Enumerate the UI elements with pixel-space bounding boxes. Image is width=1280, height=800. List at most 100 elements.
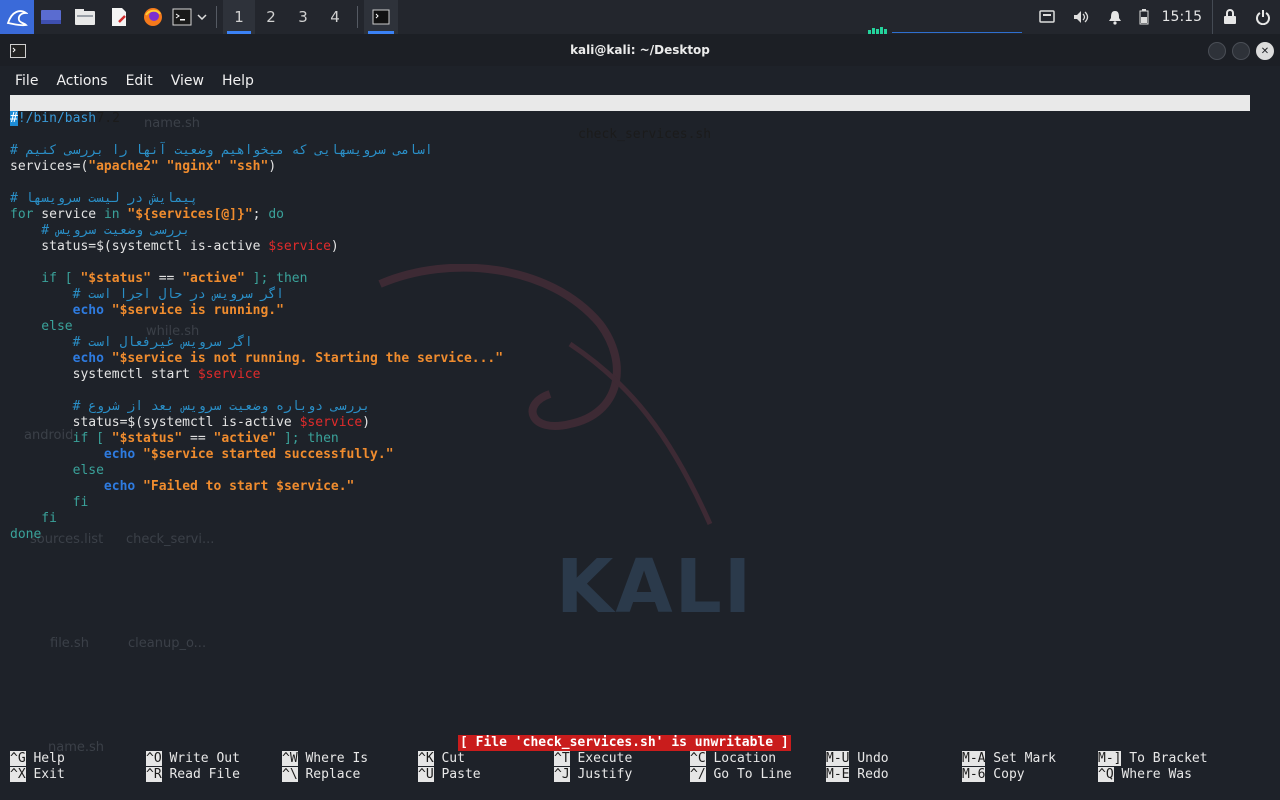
code-line-23[interactable]: else <box>10 463 104 479</box>
window-titlebar[interactable]: kali@kali: ~/Desktop ✕ <box>0 34 1280 66</box>
code-token: "${services[@]}" <box>127 207 253 222</box>
code-line-15[interactable]: # اگر سرویس غیرفعال است <box>10 335 253 351</box>
shortcut-justify[interactable]: ^J Justify <box>554 767 632 783</box>
shortcut-copy[interactable]: M-6 Copy <box>962 767 1025 783</box>
shortcut-undo[interactable]: M-U Undo <box>826 751 889 767</box>
code-line-7[interactable]: for service in "${services[@]}"; do <box>10 207 284 223</box>
text-cursor: # <box>10 111 18 126</box>
menu-actions[interactable]: Actions <box>47 73 116 89</box>
code-line-13[interactable]: echo "$service is running." <box>10 303 284 319</box>
workspace-3[interactable]: 3 <box>287 0 319 34</box>
code-token: $service <box>299 415 363 430</box>
shortcut-exit[interactable]: ^X Exit <box>10 767 65 783</box>
code-token: for <box>10 207 34 222</box>
code-line-12[interactable]: # اگر سرویس در حال اجرا است <box>10 287 284 303</box>
code-line-1[interactable]: #!/bin/bash <box>10 111 96 127</box>
shortcut-to-bracket[interactable]: M-] To Bracket <box>1098 751 1208 767</box>
code-token: "apache2" <box>88 159 159 174</box>
shortcut-label: Undo <box>849 751 889 766</box>
code-line-24[interactable]: echo "Failed to start $service." <box>10 479 354 495</box>
workspace-2[interactable]: 2 <box>255 0 287 34</box>
workspace-1[interactable]: 1 <box>223 0 255 34</box>
volume-icon[interactable] <box>1064 0 1098 34</box>
shortcut-where-was[interactable]: ^Q Where Was <box>1098 767 1192 783</box>
code-line-21[interactable]: if [ "$status" == "active" ]; then <box>10 431 339 447</box>
workspace-4[interactable]: 4 <box>319 0 351 34</box>
shortcut-redo[interactable]: M-E Redo <box>826 767 889 783</box>
shortcut-label: Go To Line <box>705 767 792 782</box>
window-title: kali@kali: ~/Desktop <box>570 43 710 57</box>
clock[interactable]: 15:15 <box>1156 9 1212 25</box>
dropdown-icon[interactable] <box>194 0 210 34</box>
code-line-9[interactable]: status=$(systemctl is-active $service) <box>10 239 339 255</box>
code-token: ]; then <box>276 431 339 446</box>
code-line-4[interactable]: services=("apache2" "nginx" "ssh") <box>10 159 276 175</box>
code-line-27[interactable]: done <box>10 527 41 543</box>
code-token: echo <box>10 351 104 366</box>
power-icon[interactable] <box>1246 0 1280 34</box>
terminal-window: KALI name.sh while.sh android sources.li… <box>0 34 1280 800</box>
shortcut-replace[interactable]: ^\ Replace <box>282 767 360 783</box>
code-line-22[interactable]: echo "$service started successfully." <box>10 447 394 463</box>
code-line-16[interactable]: echo "$service is not running. Starting … <box>10 351 503 367</box>
code-token: ) <box>330 239 339 254</box>
menu-file[interactable]: File <box>6 73 47 89</box>
shortcut-key: ^G <box>10 751 26 766</box>
firefox-icon[interactable] <box>136 0 170 34</box>
menu-help[interactable]: Help <box>213 73 263 89</box>
shortcut-key: ^C <box>690 751 706 766</box>
shortcut-location[interactable]: ^C Location <box>690 751 776 767</box>
shortcut-label: Set Mark <box>985 751 1056 766</box>
code-line-3[interactable]: # اسامی سرویسهایی که میخواهیم وضعیت آنها… <box>10 143 433 159</box>
terminal-content[interactable]: GNU nano 7.2 check_services.sh #!/bin/ba… <box>10 95 1250 785</box>
taskbar: 1 2 3 4 15:15 <box>0 0 1280 34</box>
shortcut-go-to-line[interactable]: ^/ Go To Line <box>690 767 792 783</box>
close-button[interactable]: ✕ <box>1256 42 1274 60</box>
code-token: in <box>103 207 120 222</box>
code-line-19[interactable]: # بررسی دوباره وضعیت سرویس بعد از شروع <box>10 399 370 415</box>
shortcut-execute[interactable]: ^T Execute <box>554 751 632 767</box>
code-token: "active" <box>213 431 277 446</box>
terminal-icon[interactable] <box>170 0 194 34</box>
code-line-11[interactable]: if [ "$status" == "active" ]; then <box>10 271 307 287</box>
shortcut-label: Where Was <box>1113 767 1192 782</box>
menu-edit[interactable]: Edit <box>117 73 162 89</box>
code-token: echo <box>10 447 136 462</box>
minimize-button[interactable] <box>1208 42 1226 60</box>
code-line-25[interactable]: fi <box>10 495 89 511</box>
shortcut-key: ^U <box>418 767 434 782</box>
shortcut-cut[interactable]: ^K Cut <box>418 751 465 767</box>
shortcut-label: Where Is <box>297 751 369 766</box>
code-line-20[interactable]: status=$(systemctl is-active $service) <box>10 415 370 431</box>
code-token: $service <box>268 239 331 254</box>
terminal-task-icon[interactable] <box>364 0 398 34</box>
kali-menu-icon[interactable] <box>0 0 34 34</box>
code-line-8[interactable]: # بررسی وضعیت سرویس <box>10 223 190 239</box>
maximize-button[interactable] <box>1232 42 1250 60</box>
lock-icon[interactable] <box>1212 0 1246 34</box>
code-line-6[interactable]: # پیمایش در لیست سرویسها <box>10 191 198 207</box>
text-editor-icon[interactable] <box>102 0 136 34</box>
code-token: ) <box>362 415 371 430</box>
shortcut-set-mark[interactable]: M-A Set Mark <box>962 751 1056 767</box>
shortcut-key: ^O <box>146 751 162 766</box>
show-desktop-icon[interactable] <box>34 0 68 34</box>
shortcut-paste[interactable]: ^U Paste <box>418 767 481 783</box>
shortcut-read-file[interactable]: ^R Read File <box>146 767 240 783</box>
shortcut-key: ^\ <box>282 767 298 782</box>
shortcut-help[interactable]: ^G Help <box>10 751 65 767</box>
shortcut-where-is[interactable]: ^W Where Is <box>282 751 368 767</box>
separator <box>357 6 358 28</box>
menu-view[interactable]: View <box>162 73 213 89</box>
code-line-17[interactable]: systemctl start $service <box>10 367 261 383</box>
file-manager-icon[interactable] <box>68 0 102 34</box>
code-line-14[interactable]: else <box>10 319 72 335</box>
code-line-26[interactable]: fi <box>10 511 57 527</box>
code-token: echo <box>10 479 136 494</box>
code-token: "$service is not running. Starting the s… <box>103 351 504 366</box>
code-token: "$service started successfully." <box>135 447 394 462</box>
system-tray: 15:15 <box>1030 0 1280 34</box>
screen-icon[interactable] <box>1030 0 1064 34</box>
bell-icon[interactable] <box>1098 0 1132 34</box>
shortcut-write-out[interactable]: ^O Write Out <box>146 751 240 767</box>
